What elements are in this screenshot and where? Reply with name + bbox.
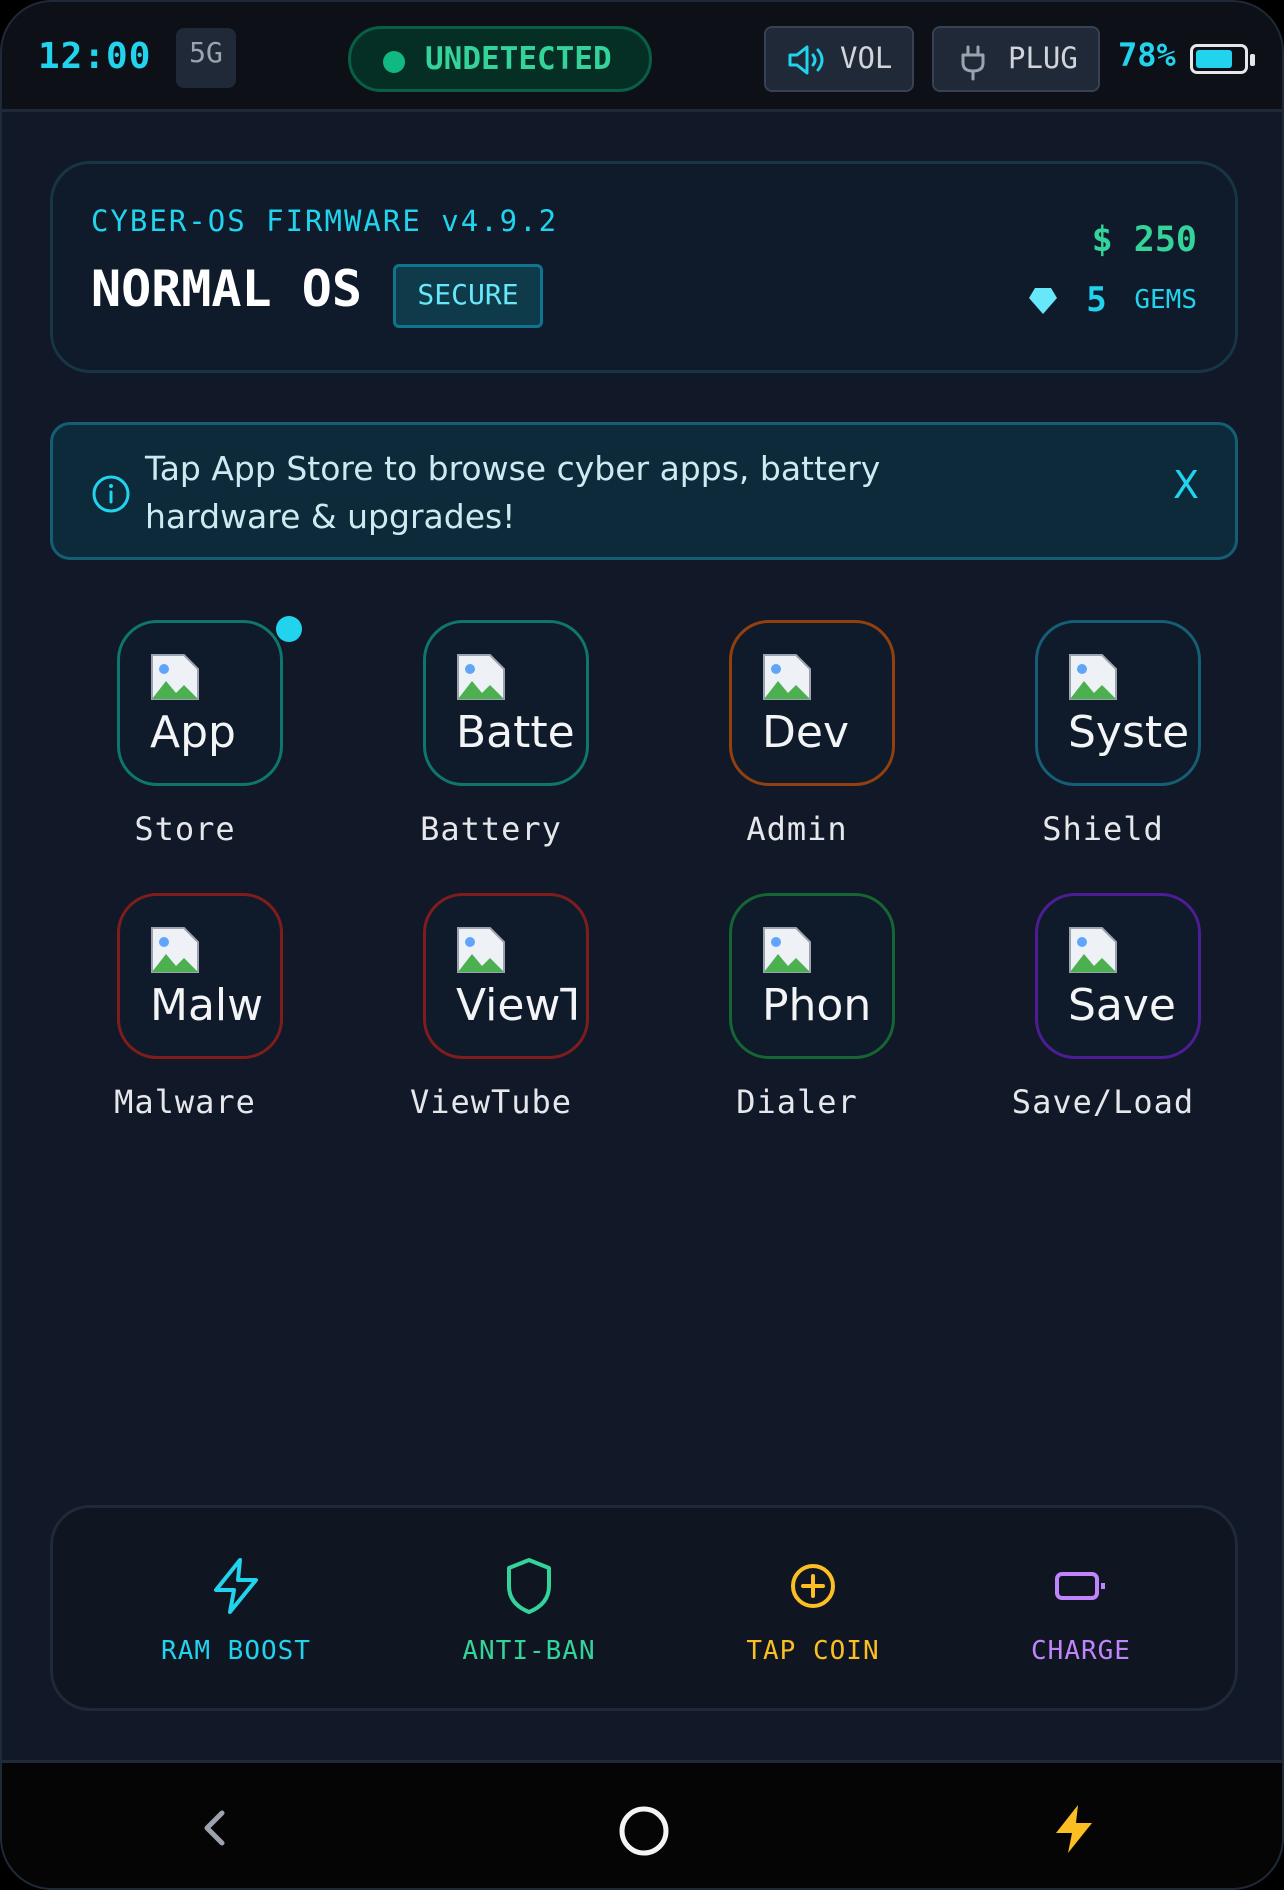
speaker-icon: [788, 45, 824, 75]
charge-button[interactable]: CHARGE: [961, 1556, 1201, 1666]
notification-dot-icon: [276, 616, 302, 642]
home-icon[interactable]: [616, 1803, 672, 1859]
coin-plus-icon: [791, 1564, 835, 1608]
money-balance: $ 250: [1091, 220, 1197, 260]
lightning-icon[interactable]: [1048, 1803, 1100, 1855]
quick-actions-bar: RAM BOOST ANTI-BAN TAP COIN CHARGE: [50, 1505, 1238, 1711]
back-icon[interactable]: [190, 1803, 240, 1853]
plug-icon: [961, 45, 985, 81]
app-label: Save/Load: [1011, 1083, 1195, 1121]
phone-screen: 12:00 5G UNDETECTED VOL PLUG 78% CYBER-O…: [0, 0, 1284, 1890]
info-icon: [92, 475, 130, 513]
anti-ban-button[interactable]: ANTI-BAN: [409, 1556, 649, 1666]
app-icon: Batte: [423, 620, 589, 786]
app-admin[interactable]: Dev Admin: [644, 620, 950, 880]
network-badge: 5G: [176, 28, 236, 88]
broken-image-icon: [457, 927, 505, 973]
os-name: NORMAL OS: [91, 260, 362, 318]
app-icon: Phon: [729, 893, 895, 1059]
app-icon: Syste: [1035, 620, 1201, 786]
app-dialer[interactable]: Phon Dialer: [644, 893, 950, 1153]
gems-label: GEMS: [1134, 285, 1197, 315]
clock: 12:00: [38, 36, 152, 77]
app-icon: ViewT: [423, 893, 589, 1059]
app-label: Store: [134, 810, 236, 848]
broken-image-icon: [151, 654, 199, 700]
firmware-card: CYBER-OS FIRMWARE v4.9.2 NORMAL OS SECUR…: [50, 161, 1238, 373]
app-malware[interactable]: Malw Malware: [32, 893, 338, 1153]
plug-button[interactable]: PLUG: [932, 26, 1100, 92]
app-icon: Save: [1035, 893, 1201, 1059]
status-dot-icon: [383, 51, 405, 73]
broken-image-icon: [763, 654, 811, 700]
tap-coin-button[interactable]: TAP COIN: [693, 1556, 933, 1666]
ram-boost-button[interactable]: RAM BOOST: [116, 1556, 356, 1666]
app-icon: Malw: [117, 893, 283, 1059]
battery-icon: [1190, 44, 1255, 74]
app-icon-text: App: [150, 707, 236, 758]
app-icon-text: Phon: [762, 980, 872, 1031]
app-icon: Dev: [729, 620, 895, 786]
plug-label: PLUG: [1008, 41, 1078, 75]
app-viewtube[interactable]: ViewT ViewTube: [338, 893, 644, 1153]
app-icon-text: Save: [1068, 980, 1177, 1031]
app-icon-text: Syste: [1068, 707, 1188, 758]
broken-image-icon: [1069, 654, 1117, 700]
app-icon-text: Dev: [762, 707, 849, 758]
app-store[interactable]: App Store: [32, 616, 338, 880]
app-icon-text: Malw: [150, 980, 264, 1031]
gems-balance: 5 GEMS: [1027, 280, 1197, 320]
lightning-icon: [214, 1558, 258, 1614]
broken-image-icon: [763, 927, 811, 973]
battery-percent: 78%: [1118, 36, 1176, 74]
app-label: Malware: [114, 1083, 256, 1121]
app-label: Battery: [420, 810, 562, 848]
battery-fill: [1196, 50, 1232, 68]
app-label: Shield: [1042, 810, 1164, 848]
status-bar: 12:00 5G UNDETECTED VOL PLUG 78%: [2, 2, 1282, 112]
shield-icon: [507, 1558, 551, 1614]
app-icon-text: ViewT: [456, 980, 576, 1031]
broken-image-icon: [1069, 927, 1117, 973]
navigation-bar: [2, 1760, 1282, 1888]
volume-button[interactable]: VOL: [764, 26, 914, 92]
detection-status: UNDETECTED: [348, 26, 652, 92]
quick-label: TAP COIN: [746, 1636, 880, 1666]
quick-label: RAM BOOST: [161, 1636, 311, 1666]
app-label: ViewTube: [409, 1083, 573, 1121]
gem-icon: [1028, 288, 1057, 314]
quick-label: ANTI-BAN: [462, 1636, 596, 1666]
volume-label: VOL: [840, 41, 893, 75]
app-icon: App: [117, 620, 283, 786]
broken-image-icon: [457, 654, 505, 700]
battery-icon: [1055, 1572, 1105, 1600]
tip-text: Tap App Store to browse cyber apps, batt…: [145, 449, 881, 536]
app-icon-text: Batte: [456, 707, 575, 758]
firmware-version: CYBER-OS FIRMWARE v4.9.2: [91, 204, 559, 238]
close-banner-button[interactable]: X: [1173, 463, 1199, 507]
app-shield[interactable]: Syste Shield: [950, 620, 1256, 880]
app-label: Dialer: [736, 1083, 858, 1121]
gems-count: 5: [1086, 280, 1107, 320]
quick-label: CHARGE: [1031, 1636, 1131, 1666]
tip-banner: Tap App Store to browse cyber apps, batt…: [50, 422, 1238, 560]
app-save-load[interactable]: Save Save/Load: [950, 893, 1256, 1153]
detection-label: UNDETECTED: [425, 41, 612, 77]
broken-image-icon: [151, 927, 199, 973]
secure-badge: SECURE: [393, 264, 543, 328]
app-label: Admin: [746, 810, 848, 848]
app-battery[interactable]: Batte Battery: [338, 620, 644, 880]
